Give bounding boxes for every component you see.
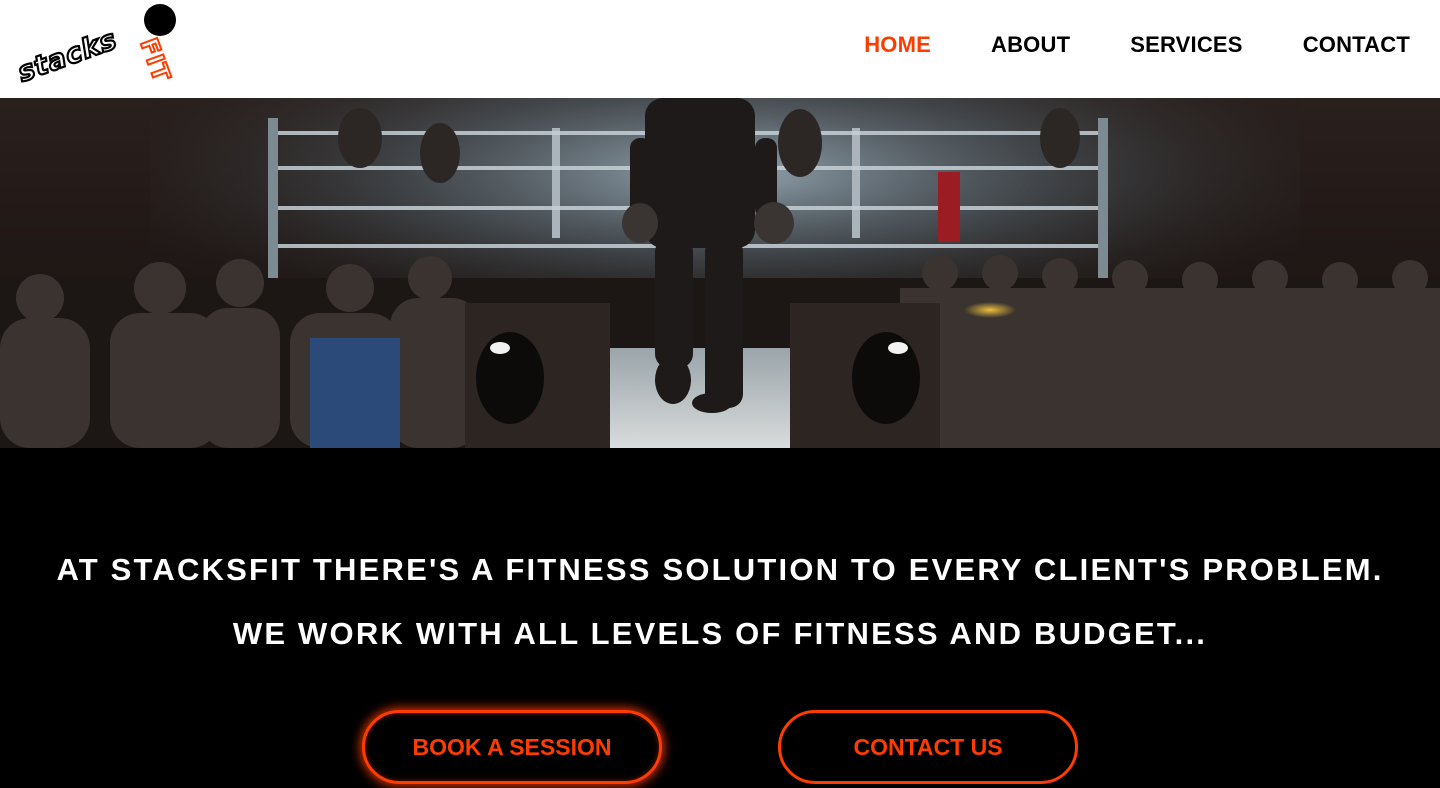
nav-contact[interactable]: CONTACT [1303, 32, 1410, 58]
tagline-line-1: AT STACKSFIT THERE'S A FITNESS SOLUTION … [56, 552, 1384, 587]
main-nav: HOME ABOUT SERVICES CONTACT [804, 30, 1410, 60]
contact-us-button[interactable]: CONTACT US [778, 710, 1078, 784]
stacksfit-logo[interactable]: stacks FIT [13, 2, 184, 94]
intro-section: AT STACKSFIT THERE'S A FITNESS SOLUTION … [0, 448, 1440, 788]
svg-text:stacks: stacks [14, 24, 121, 88]
nav-about[interactable]: ABOUT [991, 32, 1070, 58]
book-session-button[interactable]: BOOK A SESSION [362, 710, 662, 784]
ball-icon [144, 4, 176, 36]
svg-text:FIT: FIT [134, 34, 176, 86]
site-header: stacks FIT HOME ABOUT SERVICES CONTACT [0, 0, 1440, 98]
hero-image [0, 98, 1440, 448]
nav-services[interactable]: SERVICES [1130, 32, 1242, 58]
tagline-line-2: WE WORK WITH ALL LEVELS OF FITNESS AND B… [232, 616, 1208, 651]
nav-home[interactable]: HOME [864, 32, 931, 58]
